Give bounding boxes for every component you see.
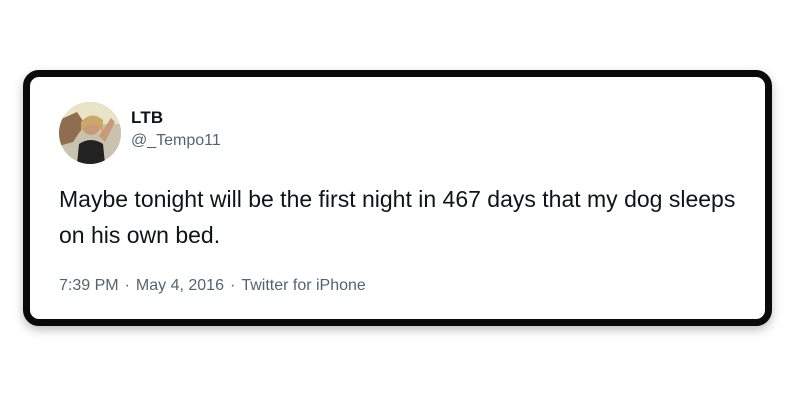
meta-separator: · — [229, 277, 236, 294]
profile-photo-icon — [59, 102, 121, 164]
tweet-source[interactable]: Twitter for iPhone — [241, 277, 366, 294]
tweet-card: LTB @_Tempo11 Maybe tonight will be the … — [23, 70, 772, 326]
display-name[interactable]: LTB — [131, 108, 221, 128]
avatar[interactable] — [59, 102, 121, 164]
tweet-date[interactable]: May 4, 2016 — [136, 277, 224, 294]
tweet-meta: 7:39 PM · May 4, 2016 · Twitter for iPhone — [59, 276, 366, 296]
username-handle[interactable]: @_Tempo11 — [131, 131, 221, 151]
tweet-time[interactable]: 7:39 PM — [59, 277, 119, 294]
user-info: LTB @_Tempo11 — [131, 108, 221, 151]
tweet-text: Maybe tonight will be the first night in… — [59, 186, 736, 248]
meta-separator: · — [124, 277, 130, 294]
